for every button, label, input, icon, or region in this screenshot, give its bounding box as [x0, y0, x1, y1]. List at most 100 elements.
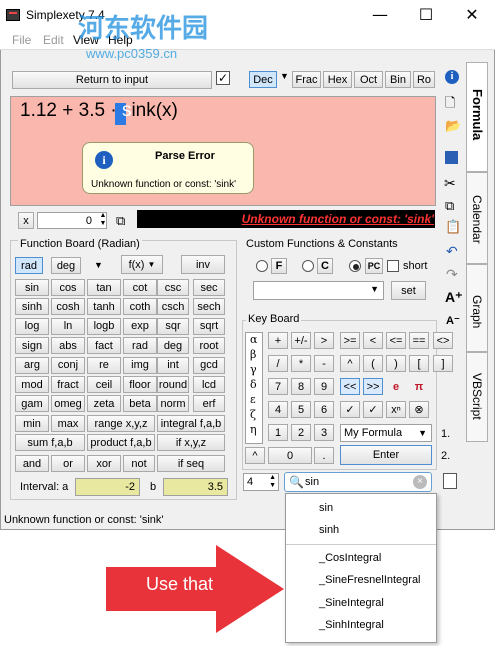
tab-graph[interactable]: Graph — [466, 264, 488, 352]
range-button[interactable]: range x,y,z — [87, 415, 155, 432]
open-folder-icon[interactable]: 📂 — [445, 118, 461, 134]
fx-dropdown[interactable]: f(x) ▼ — [121, 255, 163, 274]
function-button-arg[interactable]: arg — [15, 356, 49, 374]
function-button-ln[interactable]: ln — [51, 317, 85, 335]
return-checkbox[interactable]: ✓ — [216, 71, 230, 85]
copy-icon[interactable]: ⧉ — [116, 213, 125, 229]
key-0-6[interactable]: == — [409, 332, 429, 349]
formula-select[interactable]: My Formula ▼ — [340, 424, 432, 442]
format-dropdown-icon[interactable]: ▼ — [280, 71, 289, 81]
clear-search-icon[interactable]: × — [413, 475, 427, 489]
function-button-log[interactable]: log — [15, 317, 49, 335]
key-1-5[interactable]: ) — [386, 355, 406, 372]
and-button[interactable]: and — [15, 455, 49, 472]
function-button-ceil[interactable]: ceil — [87, 376, 121, 393]
key-0-3[interactable]: >= — [340, 332, 360, 349]
key-0-7[interactable]: <> — [433, 332, 453, 349]
if-button[interactable]: if x,y,z — [157, 434, 225, 451]
new-file-icon[interactable]: 🗋 — [445, 94, 455, 116]
suggestion-item[interactable]: _SineFresnelIntegral — [319, 574, 421, 586]
function-button-sech[interactable]: sech — [193, 298, 225, 316]
radio-c[interactable] — [302, 260, 314, 272]
key-1-2[interactable]: - — [314, 355, 334, 372]
calculator-icon[interactable] — [443, 473, 457, 489]
variable-spinner[interactable]: ▲ ▼ — [98, 212, 108, 229]
expression-text[interactable]: 1.12 + 3.5 · sink(x) — [20, 100, 178, 122]
function-button-floor[interactable]: floor — [123, 376, 157, 393]
function-button-logb[interactable]: logb — [87, 317, 121, 335]
set-button[interactable]: set — [391, 281, 426, 300]
tab-calendar[interactable]: Calendar — [466, 172, 488, 264]
function-button-cot[interactable]: cot — [123, 279, 157, 296]
suggestion-item[interactable]: sinh — [319, 524, 339, 536]
key-0-0[interactable]: + — [268, 332, 288, 349]
greek-letter[interactable]: β — [250, 348, 256, 361]
function-button-csch[interactable]: csch — [157, 298, 189, 316]
mode-dropdown-icon[interactable]: ▼ — [94, 260, 103, 270]
function-button-re[interactable]: re — [87, 356, 121, 374]
function-button-abs[interactable]: abs — [51, 337, 85, 355]
radio-pc[interactable] — [349, 260, 361, 272]
function-button-lcd[interactable]: lcd — [193, 376, 225, 393]
function-button-sinh[interactable]: sinh — [15, 298, 49, 316]
function-button-cos[interactable]: cos — [51, 279, 85, 296]
redo-icon[interactable]: ↷ — [446, 266, 458, 283]
up-arrow-button[interactable]: ^ — [245, 447, 265, 464]
greek-letter[interactable]: α — [250, 333, 257, 346]
xor-button[interactable]: xor — [87, 455, 121, 472]
return-to-input-button[interactable]: Return to input — [12, 71, 212, 89]
function-button-sign[interactable]: sign — [15, 337, 49, 355]
format-frac-button[interactable]: Frac — [292, 71, 321, 88]
deg-button[interactable]: deg — [51, 257, 81, 274]
function-button-sqr[interactable]: sqr — [157, 317, 189, 335]
suggestion-item[interactable]: sin — [319, 502, 333, 514]
function-button-sin[interactable]: sin — [15, 279, 49, 296]
greek-letter[interactable]: ζ — [250, 408, 256, 421]
greek-letter[interactable]: γ — [250, 363, 257, 376]
key-3-0[interactable]: 4 — [268, 401, 288, 418]
function-button-erf[interactable]: erf — [193, 395, 225, 413]
enter-button[interactable]: Enter — [340, 445, 432, 465]
radio-f[interactable] — [256, 260, 268, 272]
maximize-button[interactable]: ☐ — [403, 0, 449, 30]
key-3-4[interactable]: ✓ — [363, 401, 383, 418]
variable-value-input[interactable]: 0 — [37, 212, 107, 229]
function-button-sec[interactable]: sec — [193, 279, 225, 296]
key-1-6[interactable]: [ — [409, 355, 429, 372]
function-search-input[interactable]: 🔍 sin × — [284, 472, 432, 492]
minimize-button[interactable]: — — [357, 0, 403, 30]
function-button-conj[interactable]: conj — [51, 356, 85, 374]
function-button-cosh[interactable]: cosh — [51, 298, 85, 316]
key-3-5[interactable]: xⁿ — [386, 401, 406, 418]
key-0-2[interactable]: > — [314, 332, 334, 349]
function-button-omeg[interactable]: omeg — [51, 395, 85, 413]
function-button-exp[interactable]: exp — [123, 317, 157, 335]
function-button-beta[interactable]: beta — [123, 395, 157, 413]
function-button-int[interactable]: int — [157, 356, 189, 374]
product-button[interactable]: product f,a,b — [87, 434, 155, 451]
format-hex-button[interactable]: Hex — [323, 71, 352, 88]
key-4-2[interactable]: 3 — [314, 424, 334, 441]
font-decrease-icon[interactable]: A⁻ — [446, 314, 460, 327]
greek-letter[interactable]: ε — [250, 393, 256, 406]
key-1-0[interactable]: / — [268, 355, 288, 372]
format-roman-button[interactable]: Ro — [413, 71, 435, 88]
variable-button[interactable]: x — [18, 212, 34, 229]
key-2-6[interactable]: π — [409, 378, 429, 395]
dot-button[interactable]: . — [314, 447, 334, 464]
format-dec-button[interactable]: Dec — [249, 71, 277, 88]
key-3-3[interactable]: ✓ — [340, 401, 360, 418]
format-oct-button[interactable]: Oct — [354, 71, 383, 88]
key-1-7[interactable]: ] — [433, 355, 453, 372]
suggestion-item[interactable]: _SinhIntegral — [319, 619, 384, 631]
if-seq-button[interactable]: if seq — [157, 455, 225, 472]
function-button-deg[interactable]: deg — [157, 337, 189, 355]
function-button-round[interactable]: round — [157, 376, 189, 393]
key-1-1[interactable]: * — [291, 355, 311, 372]
custom-function-select[interactable]: ▼ — [253, 281, 384, 300]
function-button-norm[interactable]: norm — [157, 395, 189, 413]
key-4-0[interactable]: 1 — [268, 424, 288, 441]
format-bin-button[interactable]: Bin — [385, 71, 411, 88]
key-0-4[interactable]: < — [363, 332, 383, 349]
not-button[interactable]: not — [123, 455, 155, 472]
